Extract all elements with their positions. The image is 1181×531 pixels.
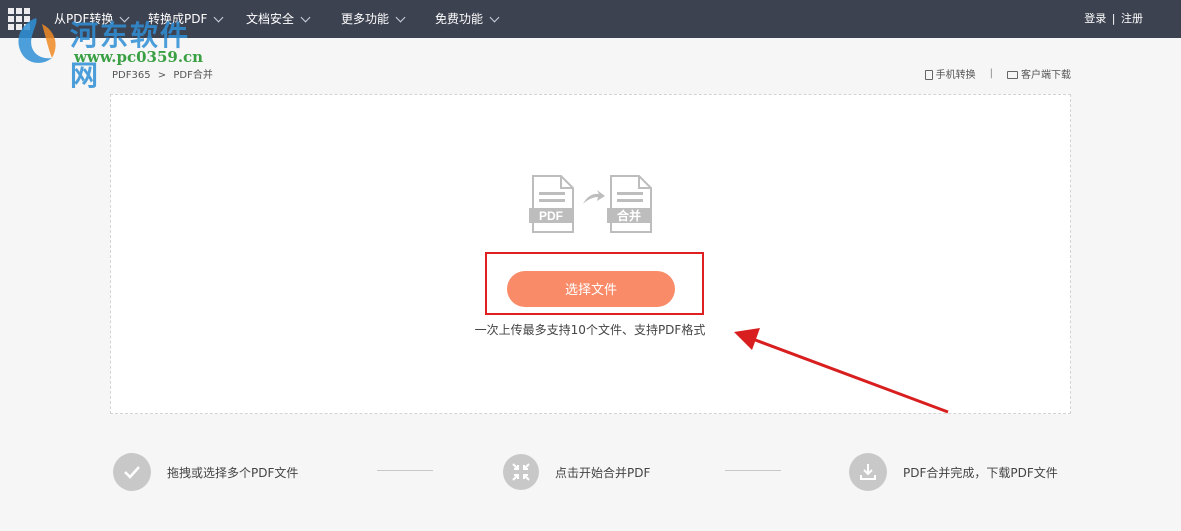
step-3-text: PDF合并完成，下载PDF文件 (903, 465, 1058, 480)
watermark-logo-icon (18, 18, 56, 63)
auth-divider: | (1111, 12, 1116, 25)
pdf-merge-illustration: PDF 合并 (529, 175, 652, 233)
convert-arrow-icon (583, 190, 605, 204)
monitor-icon (1007, 71, 1018, 79)
step-1-text: 拖拽或选择多个PDF文件 (167, 465, 299, 480)
breadcrumb: PDF365 > PDF合并 (112, 66, 213, 81)
nav-doc-security-label: 文档安全 (246, 12, 295, 26)
nav-free-features[interactable]: 免费功能 (435, 0, 500, 38)
step-connector (377, 470, 433, 471)
merge-badge-label: 合并 (617, 208, 641, 223)
download-icon (849, 453, 887, 491)
phone-icon (924, 70, 933, 80)
download-links: 手机转换 | 客户端下载 (924, 66, 1071, 81)
pdf-document-icon: PDF (529, 175, 574, 233)
breadcrumb-home[interactable]: PDF365 (112, 70, 151, 81)
step-connector (725, 470, 781, 471)
toplinks-divider: | (989, 68, 993, 79)
client-download-link[interactable]: 客户端下载 (1007, 66, 1071, 81)
check-icon (113, 453, 151, 491)
site-watermark: 河东软件网 www.pc0359.cn (8, 10, 218, 92)
login-link[interactable]: 登录 (1084, 12, 1106, 25)
step-2-text: 点击开始合并PDF (555, 465, 651, 480)
merge-arrows-icon (503, 454, 539, 490)
breadcrumb-separator: > (157, 70, 167, 81)
chevron-down-icon (489, 12, 500, 22)
watermark-url: www.pc0359.cn (74, 48, 204, 66)
breadcrumb-current: PDF合并 (173, 70, 213, 81)
nav-free-features-label: 免费功能 (435, 12, 484, 26)
highlight-box-annotation (485, 252, 704, 315)
mobile-convert-label: 手机转换 (935, 70, 976, 81)
red-arrow-annotation (734, 328, 949, 414)
chevron-down-icon (300, 12, 311, 22)
register-link[interactable]: 注册 (1121, 12, 1143, 25)
nav-more-features[interactable]: 更多功能 (341, 0, 406, 38)
merge-document-icon: 合并 (607, 175, 652, 233)
step-download: PDF合并完成，下载PDF文件 (849, 452, 1058, 492)
auth-links: 登录 | 注册 (1084, 0, 1143, 38)
mobile-convert-link[interactable]: 手机转换 (924, 66, 976, 81)
step-start-merge: 点击开始合并PDF (503, 452, 650, 492)
upload-hint: 一次上传最多支持10个文件、支持PDF格式 (474, 323, 706, 337)
pdf-badge-label: PDF (539, 209, 563, 223)
client-download-label: 客户端下载 (1021, 70, 1071, 81)
step-select-files: 拖拽或选择多个PDF文件 (113, 452, 298, 492)
nav-more-features-label: 更多功能 (341, 12, 390, 26)
chevron-down-icon (395, 12, 406, 22)
nav-doc-security[interactable]: 文档安全 (246, 0, 311, 38)
